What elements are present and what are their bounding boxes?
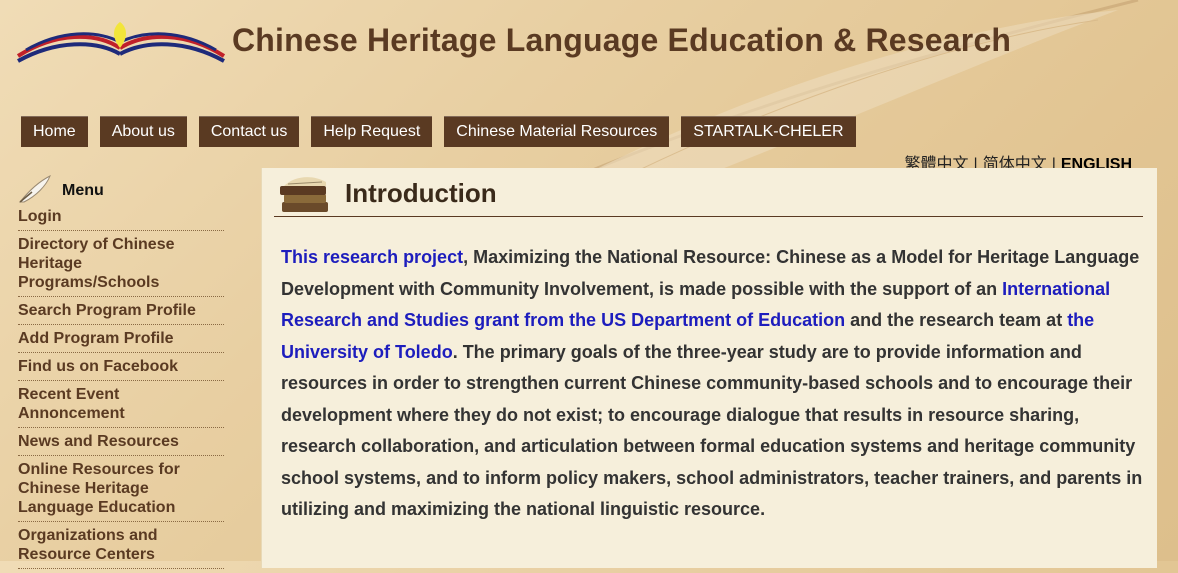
page-title: Introduction <box>345 178 497 208</box>
sidebar-item-login[interactable]: Login <box>18 207 224 231</box>
title-divider <box>274 216 1143 217</box>
nav-contact-us[interactable]: Contact us <box>198 116 300 147</box>
sidebar-item-recent-event[interactable]: Recent Event Annoncement <box>18 385 224 428</box>
sidebar-item-organizations[interactable]: Organizations and Resource Centers <box>18 526 224 569</box>
sidebar-item-facebook[interactable]: Find us on Facebook <box>18 357 224 381</box>
open-book-logo-icon[interactable] <box>16 18 226 64</box>
sidebar-item-directory[interactable]: Directory of Chinese Heritage Programs/S… <box>18 235 224 297</box>
link-research-project[interactable]: This research project <box>281 247 463 267</box>
nav-startalk-cheler[interactable]: STARTALK-CHELER <box>681 116 856 147</box>
intro-paragraph: This research project, Maximizing the Na… <box>281 242 1143 526</box>
sidebar: Login Directory of Chinese Heritage Prog… <box>18 207 224 573</box>
nav-home[interactable]: Home <box>21 116 88 147</box>
nav-about-us[interactable]: About us <box>99 116 187 147</box>
menu-title: Menu <box>62 182 104 199</box>
content-panel: Introduction This research project, Maxi… <box>261 168 1157 568</box>
sidebar-item-add-profile[interactable]: Add Program Profile <box>18 329 224 353</box>
intro-text-2: and the research team at <box>845 310 1068 330</box>
books-stack-icon <box>280 177 328 212</box>
menu-header: Menu <box>16 172 226 206</box>
sidebar-item-search-profile[interactable]: Search Program Profile <box>18 301 224 325</box>
nav-help-request[interactable]: Help Request <box>311 116 433 147</box>
quill-icon <box>18 174 51 203</box>
main-nav: Home About us Contact us Help Request Ch… <box>21 116 856 147</box>
sidebar-item-online-resources[interactable]: Online Resources for Chinese Heritage La… <box>18 460 224 522</box>
nav-chinese-material-resources[interactable]: Chinese Material Resources <box>444 116 670 147</box>
intro-text-3: . The primary goals of the three-year st… <box>281 341 1143 520</box>
site-title: Chinese Heritage Language Education & Re… <box>232 22 1012 58</box>
sidebar-item-news[interactable]: News and Resources <box>18 432 224 456</box>
